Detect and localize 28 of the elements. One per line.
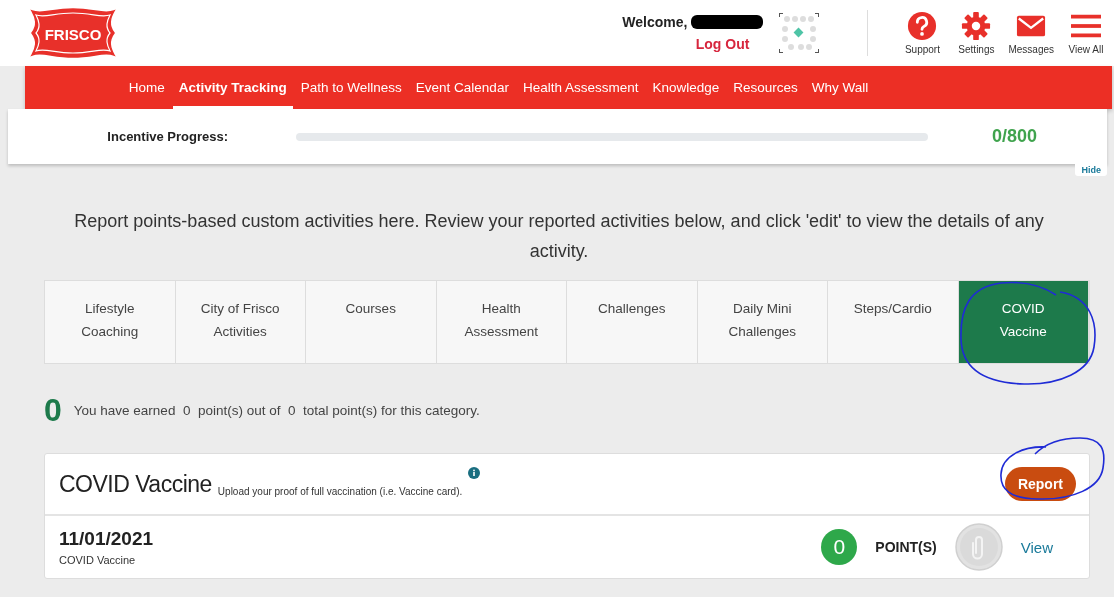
nav-link[interactable]: Home xyxy=(122,66,171,109)
category-tab[interactable]: COVID Vaccine xyxy=(958,281,1089,363)
report-button[interactable]: Report xyxy=(1004,467,1076,501)
nav-link[interactable]: Event Calendar xyxy=(409,66,515,109)
entry-name: COVID Vaccine xyxy=(59,554,137,566)
logout-link[interactable]: Log Out xyxy=(695,36,750,52)
earned-text: You have earned 0 point(s) out of 0 total point(s) for this category. xyxy=(73,403,480,418)
nav-link[interactable]: Knowledge xyxy=(646,66,726,109)
points-badge: 0 xyxy=(821,529,858,565)
welcome-text: Welcome, xyxy=(622,14,688,30)
support-button[interactable]: Support xyxy=(900,11,945,55)
nav-link[interactable]: Path to Wellness xyxy=(294,66,408,109)
incentive-label: Incentive Progress: xyxy=(106,129,228,144)
card-subtitle: Upload your proof of full vaccination (i.e. Vaccine card). xyxy=(217,486,463,497)
nav-link[interactable]: Why Wall xyxy=(805,66,875,109)
menu-button[interactable]: View All xyxy=(1064,11,1108,55)
entry-date: 11/01/2021 xyxy=(59,528,154,550)
card-title: COVID Vaccine xyxy=(59,470,212,498)
progress-reading: 0/800 xyxy=(992,126,1038,147)
nav-link[interactable]: Resources xyxy=(727,66,804,109)
nav-link[interactable]: Health Assessment xyxy=(516,66,645,109)
points-label: POINT(S) xyxy=(875,539,937,555)
view-link[interactable]: View xyxy=(1020,538,1053,556)
hide-button[interactable]: Hide xyxy=(1075,164,1107,176)
settings-button[interactable]: Settings xyxy=(954,11,999,55)
intro-text: Report points-based custom activities here. Review your reported activities below, and click 'edit' to view the details of any activity. xyxy=(73,210,1045,263)
points-total: 0 xyxy=(44,392,62,429)
messages-button[interactable]: Messages xyxy=(1008,11,1054,55)
